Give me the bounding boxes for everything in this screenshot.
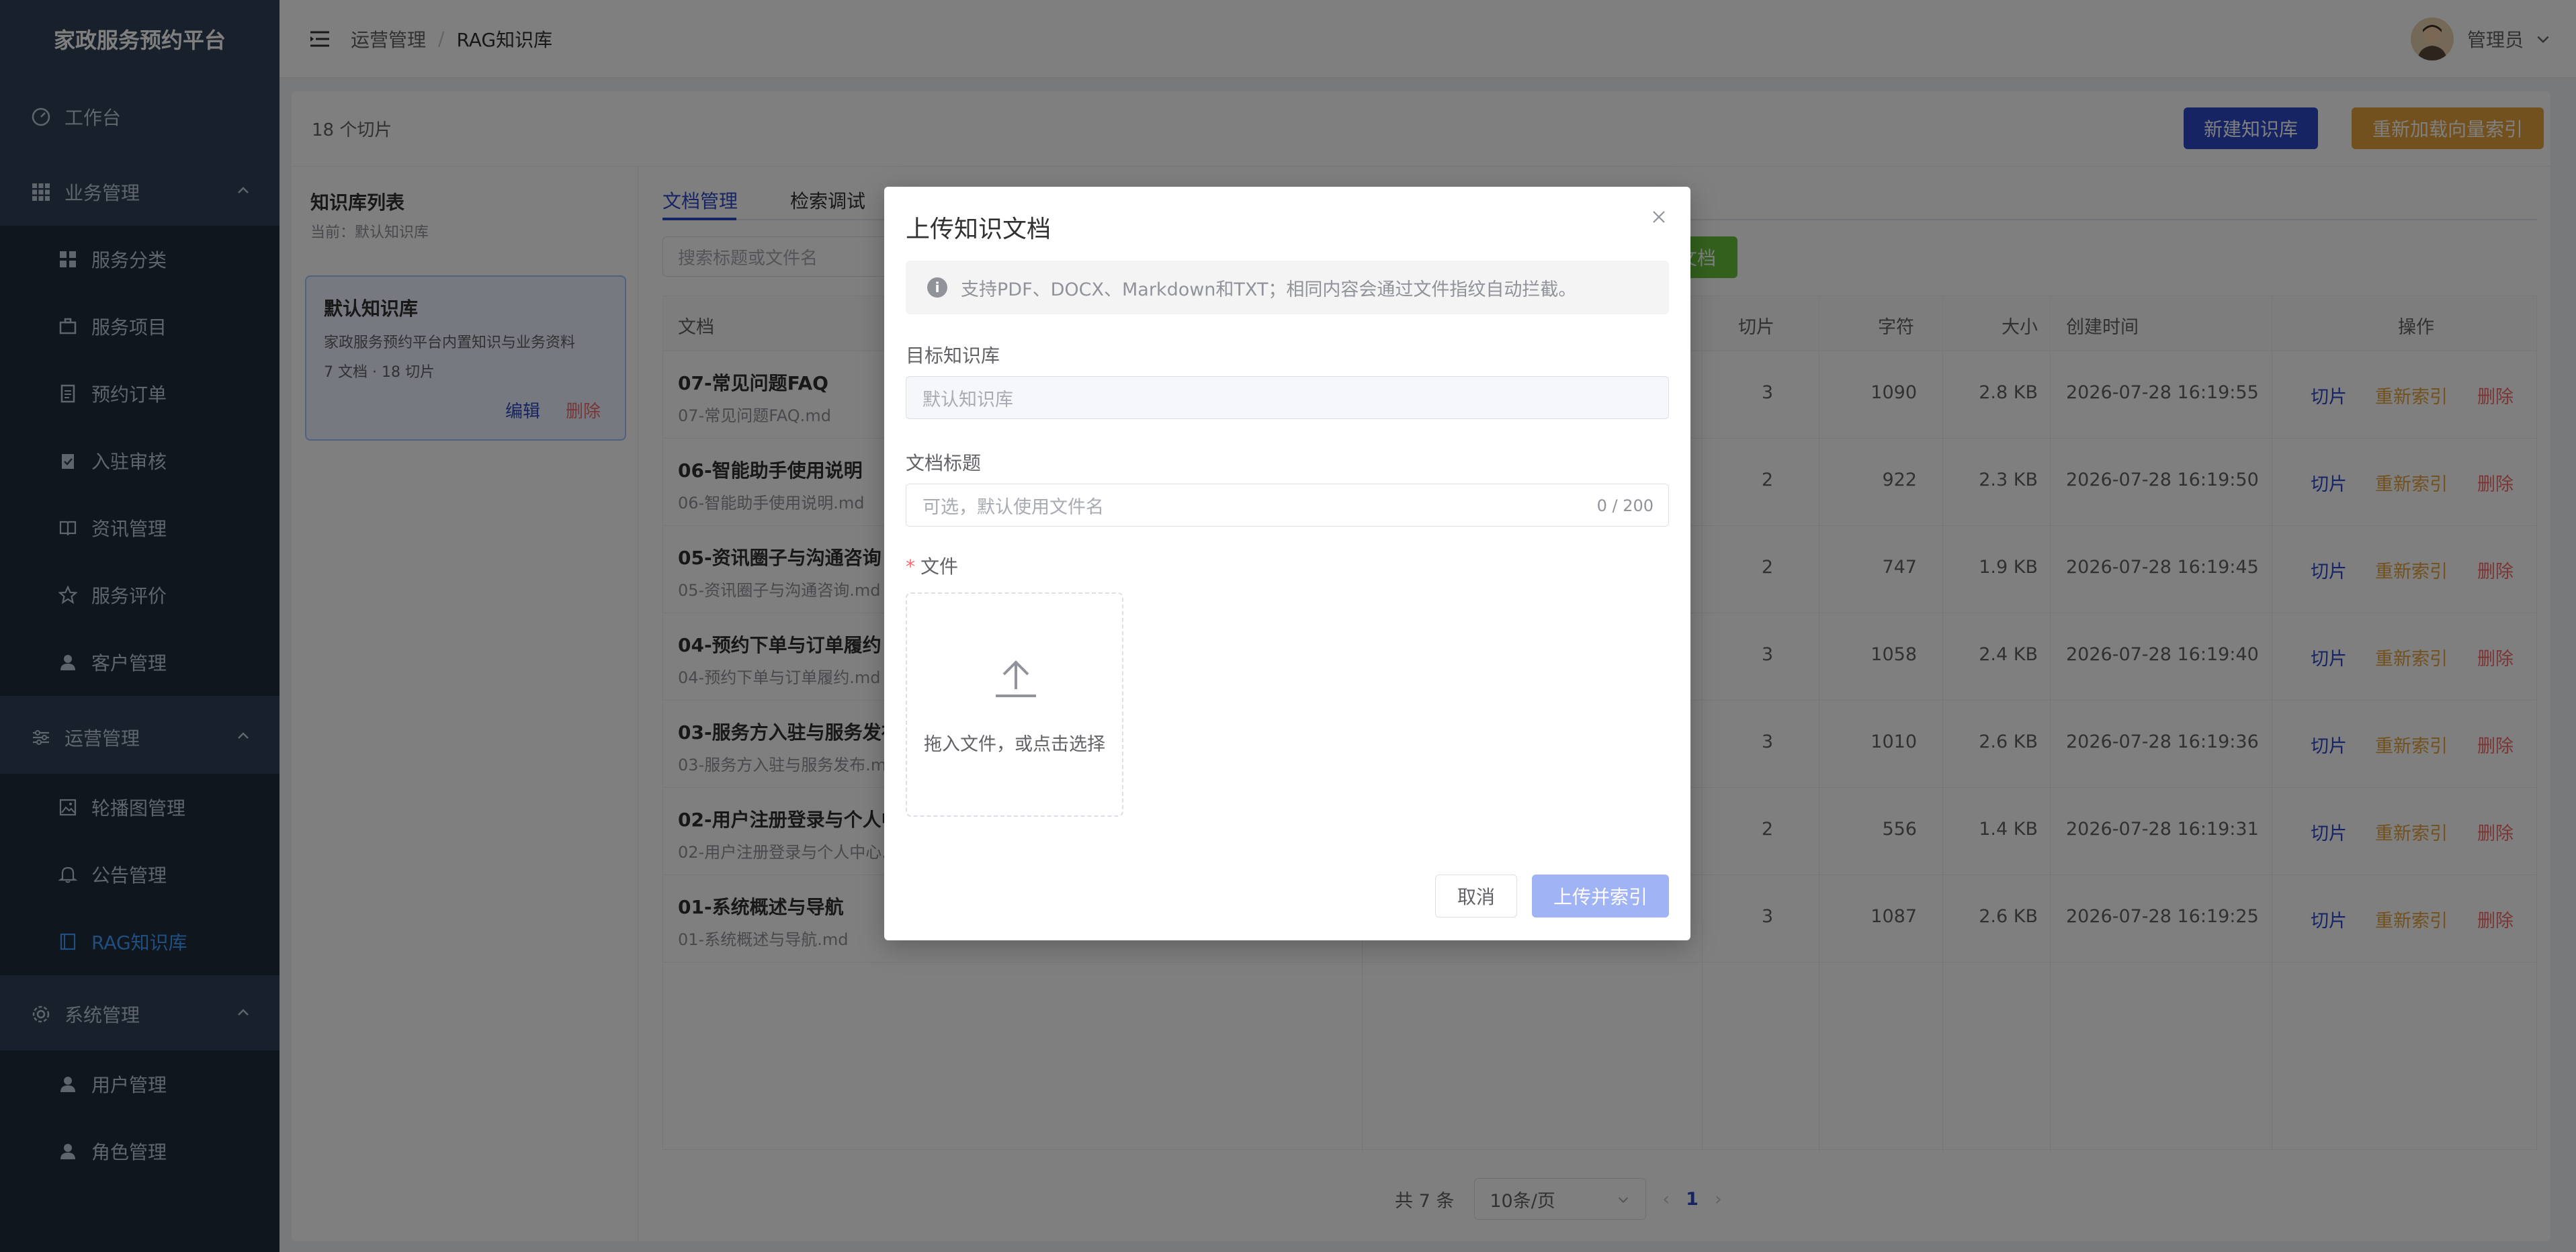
info-alert: i 支持PDF、DOCX、Markdown和TXT；相同内容会通过文件指纹自动拦… bbox=[906, 261, 1669, 314]
title-input[interactable]: 可选，默认使用文件名 0 / 200 bbox=[906, 484, 1669, 527]
file-upload-dropzone[interactable]: 拖入文件，或点击选择 bbox=[906, 592, 1123, 817]
kb-field: 默认知识库 bbox=[906, 376, 1669, 419]
title-char-count: 0 / 200 bbox=[1596, 496, 1654, 515]
info-icon: i bbox=[927, 277, 947, 298]
alert-text: 支持PDF、DOCX、Markdown和TXT；相同内容会通过文件指纹自动拦截。 bbox=[961, 279, 1577, 300]
dialog-title: 上传知识文档 bbox=[906, 216, 1051, 243]
title-placeholder: 可选，默认使用文件名 bbox=[922, 496, 1104, 518]
upload-and-index-button[interactable]: 上传并索引 bbox=[1532, 875, 1669, 918]
cancel-button[interactable]: 取消 bbox=[1435, 875, 1517, 918]
title-field-label: 文档标题 bbox=[906, 452, 982, 474]
file-field-label: * 文件 bbox=[906, 552, 958, 579]
kb-field-label: 目标知识库 bbox=[906, 345, 1000, 367]
upload-icon bbox=[996, 660, 1036, 697]
required-mark: * bbox=[906, 555, 915, 578]
close-icon[interactable] bbox=[1649, 207, 1669, 227]
file-label-text: 文件 bbox=[920, 555, 959, 578]
upload-dialog: 上传知识文档 i 支持PDF、DOCX、Markdown和TXT；相同内容会通过… bbox=[884, 187, 1690, 940]
upload-hint: 拖入文件，或点击选择 bbox=[924, 734, 1105, 755]
